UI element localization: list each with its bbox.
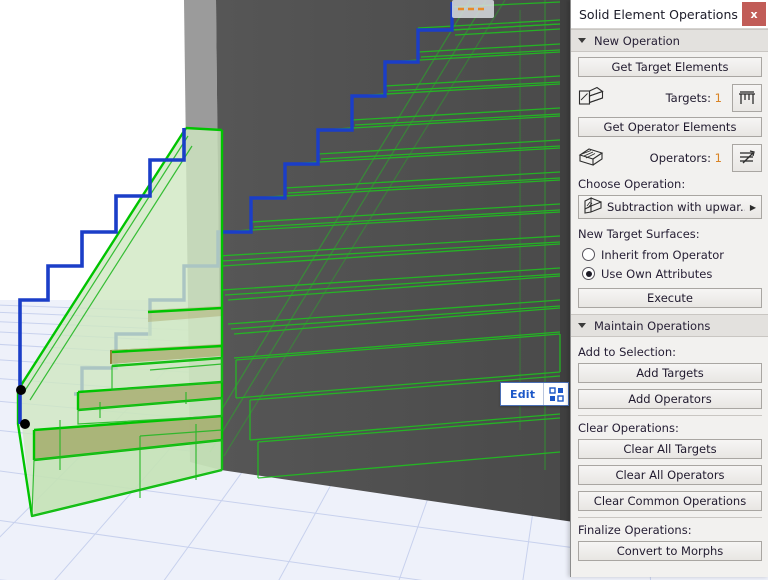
clear-common-operations-button[interactable]: Clear Common Operations	[578, 491, 762, 511]
choose-operation-label: Choose Operation:	[578, 177, 686, 191]
choose-operation-dropdown[interactable]: Subtraction with upwar... ▶	[578, 195, 762, 219]
new-target-surfaces-label: New Target Surfaces:	[578, 227, 700, 241]
solid-operator-box-icon	[578, 146, 608, 170]
radio-inherit-label: Inherit from Operator	[601, 247, 725, 262]
operators-count-text: Operators: 1	[608, 151, 732, 165]
clear-all-targets-button[interactable]: Clear All Targets	[578, 439, 762, 459]
radio-own-indicator	[582, 267, 595, 280]
edit-badge-label: Edit	[510, 387, 536, 401]
maintain-operations-body: Add to Selection: Add Targets Add Operat…	[571, 337, 768, 561]
chevron-right-icon: ▶	[749, 202, 757, 212]
application-window: Edit Solid Element Operations x New Oper…	[0, 0, 768, 580]
pick-target-frame-icon[interactable]	[732, 84, 762, 112]
panel-titlebar[interactable]: Solid Element Operations x	[571, 0, 768, 29]
section-title-maintain-operations: Maintain Operations	[594, 318, 711, 333]
clear-all-operators-button[interactable]: Clear All Operators	[578, 465, 762, 485]
operators-label: Operators:	[649, 151, 712, 165]
radio-inherit-from-operator[interactable]: Inherit from Operator	[578, 245, 762, 264]
targets-count: 1	[714, 91, 722, 105]
radio-use-own-attributes[interactable]: Use Own Attributes	[578, 264, 762, 283]
panel-title: Solid Element Operations	[579, 6, 738, 22]
section-header-new-operation[interactable]: New Operation	[571, 29, 768, 52]
convert-to-morphs-button[interactable]: Convert to Morphs	[578, 541, 762, 561]
operators-count: 1	[714, 151, 722, 165]
targets-row: Targets: 1	[578, 83, 762, 113]
targets-label: Targets:	[665, 91, 712, 105]
add-to-selection-label: Add to Selection:	[578, 345, 676, 359]
edit-grid-icon[interactable]	[544, 383, 568, 405]
chevron-down-icon-2	[578, 323, 586, 328]
finalize-operations-label: Finalize Operations:	[578, 523, 692, 537]
chevron-down-icon	[578, 38, 586, 43]
new-operation-body: Get Target Elements Targets: 1 Get Opera…	[571, 52, 768, 308]
pick-operator-frame-icon[interactable]	[732, 144, 762, 172]
radio-inherit-indicator	[582, 248, 595, 261]
subtraction-upward-icon	[581, 197, 607, 217]
execute-button[interactable]: Execute	[578, 288, 762, 308]
divider-2	[578, 517, 762, 518]
dashed-edge-marker	[452, 0, 494, 18]
clear-operations-label: Clear Operations:	[578, 421, 679, 435]
operators-row: Operators: 1	[578, 143, 762, 173]
edit-badge[interactable]: Edit	[500, 382, 570, 406]
add-targets-button[interactable]: Add Targets	[578, 363, 762, 383]
get-target-elements-button[interactable]: Get Target Elements	[578, 57, 762, 77]
section-title-new-operation: New Operation	[594, 33, 680, 48]
solid-element-operations-panel: Solid Element Operations x New Operation…	[570, 0, 768, 577]
add-operators-button[interactable]: Add Operators	[578, 389, 762, 409]
close-button[interactable]: x	[742, 2, 766, 26]
choose-operation-value: Subtraction with upwar...	[607, 200, 745, 214]
targets-count-text: Targets: 1	[608, 91, 732, 105]
section-header-maintain-operations[interactable]: Maintain Operations	[571, 314, 768, 337]
divider-1	[578, 415, 762, 416]
solid-target-box-icon	[578, 86, 608, 110]
wall-face	[216, 0, 560, 520]
radio-own-label: Use Own Attributes	[601, 266, 713, 281]
get-operator-elements-button[interactable]: Get Operator Elements	[578, 117, 762, 137]
